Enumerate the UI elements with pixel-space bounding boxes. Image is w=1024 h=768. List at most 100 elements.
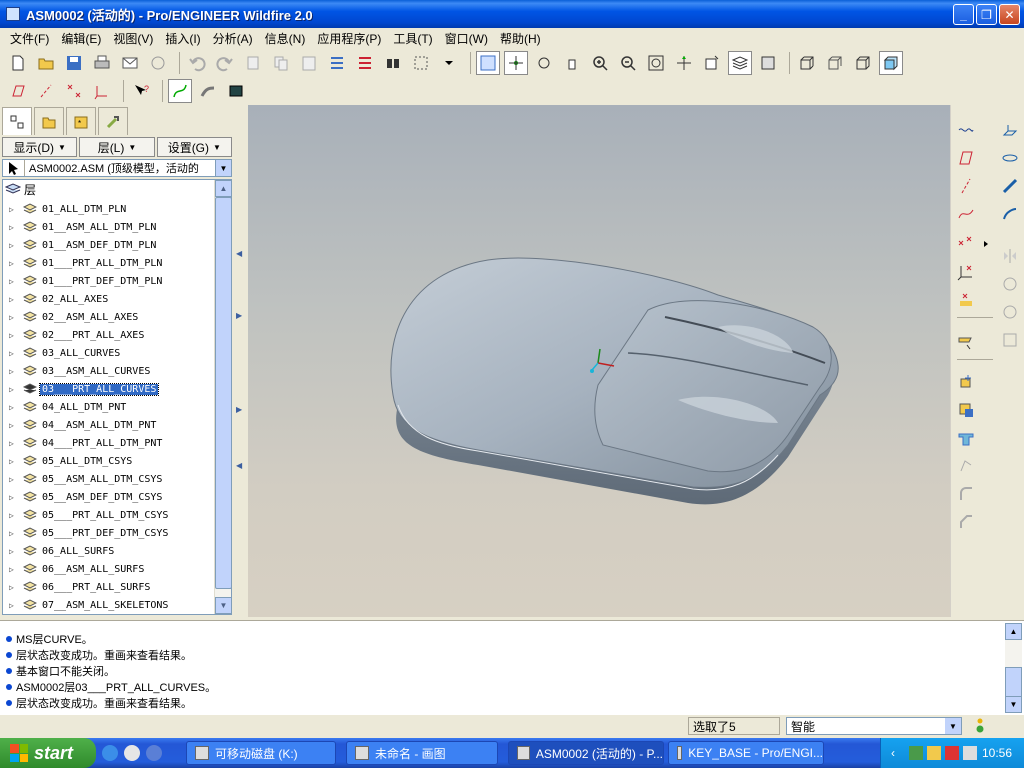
expand-arrow-icon[interactable]: ▷ (9, 493, 19, 502)
selection-box-icon[interactable] (409, 51, 433, 75)
expand-arrow-icon[interactable]: ▷ (9, 565, 19, 574)
expand-arrow-icon[interactable]: ▷ (9, 259, 19, 268)
layer-tree-item[interactable]: ▷ 02_ALL_AXES (3, 290, 215, 308)
tab-favorites[interactable]: * (66, 107, 96, 135)
expand-arrow-icon[interactable]: ▶ (236, 405, 242, 414)
expand-arrow-icon[interactable]: ▷ (9, 529, 19, 538)
tree-scrollbar[interactable]: ▲ ▼ (214, 180, 231, 614)
expand-arrow-icon[interactable]: ▶ (236, 311, 242, 320)
task-paint[interactable]: 未命名 - 画图 (346, 741, 498, 765)
cut-feature-icon[interactable] (955, 427, 977, 449)
pipe-icon[interactable] (196, 79, 220, 103)
collapse-arrow-icon[interactable]: ◀ (236, 461, 242, 470)
open-folder-icon[interactable] (34, 51, 58, 75)
chevron-down-icon[interactable]: ▼ (945, 718, 961, 734)
no-hidden-icon[interactable] (851, 51, 875, 75)
refit-icon[interactable] (644, 51, 668, 75)
layer-tree-item[interactable]: ▷ 03__ASM_ALL_CURVES (3, 362, 215, 380)
graphics-viewport[interactable] (248, 105, 950, 617)
layer-tree-item[interactable]: ▷ 04_ALL_DTM_PNT (3, 398, 215, 416)
expand-arrow-icon[interactable]: ▷ (9, 331, 19, 340)
paste-icon[interactable] (297, 51, 321, 75)
expand-arrow-icon[interactable]: ▷ (9, 475, 19, 484)
expand-arrow-icon[interactable]: ▷ (9, 349, 19, 358)
expand-arrow-icon[interactable]: ▷ (9, 403, 19, 412)
extrude-icon[interactable] (999, 119, 1021, 141)
scroll-down-icon[interactable]: ▼ (1005, 696, 1022, 713)
expand-arrow-icon[interactable]: ▷ (9, 583, 19, 592)
menu-edit[interactable]: 编辑(E) (55, 30, 107, 47)
expand-arrow-icon[interactable]: ▷ (9, 439, 19, 448)
expand-arrow-icon[interactable]: ▷ (9, 547, 19, 556)
sketch-tool-icon[interactable] (955, 119, 977, 141)
datum-point-display-icon[interactable] (62, 79, 86, 103)
layer-dropdown[interactable]: 层(L) ▼ (79, 137, 155, 157)
boundary-blend-icon[interactable] (999, 203, 1021, 225)
datum-plane-icon[interactable] (955, 147, 977, 169)
view-manager-icon[interactable] (756, 51, 780, 75)
expand-arrow-icon[interactable]: ▷ (9, 367, 19, 376)
message-scrollbar[interactable]: ▲ ▼ (1005, 623, 1022, 713)
expand-arrow-icon[interactable]: ▷ (9, 223, 19, 232)
task-asm0002[interactable]: ASM0002 (活动的) - P... (508, 741, 664, 765)
close-button[interactable]: ✕ (999, 4, 1020, 25)
expand-arrow-icon[interactable]: ▷ (9, 277, 19, 286)
save-icon[interactable] (62, 51, 86, 75)
orient-mode-icon[interactable] (532, 51, 556, 75)
sweep-icon[interactable] (999, 175, 1021, 197)
menu-analysis[interactable]: 分析(A) (207, 30, 259, 47)
layer-tree-item[interactable]: ▷ 01___PRT_DEF_DTM_PLN (3, 272, 215, 290)
tab-connections[interactable] (98, 107, 128, 135)
shading-icon[interactable] (879, 51, 903, 75)
reorient-icon[interactable] (672, 51, 696, 75)
menu-insert[interactable]: 插入(I) (159, 30, 206, 47)
zoom-in-icon[interactable] (588, 51, 612, 75)
cut-icon[interactable] (241, 51, 265, 75)
create-component-icon[interactable] (955, 399, 977, 421)
expand-arrow-icon[interactable]: ▷ (9, 385, 19, 394)
expand-arrow-icon[interactable]: ▷ (9, 295, 19, 304)
expand-arrow-icon[interactable]: ▷ (9, 313, 19, 322)
tab-folder-browser[interactable] (34, 107, 64, 135)
wireframe-icon[interactable] (795, 51, 819, 75)
layer-tree-item[interactable]: ▷ 03_ALL_CURVES (3, 344, 215, 362)
menu-info[interactable]: 信息(N) (259, 30, 312, 47)
scroll-down-icon[interactable]: ▼ (215, 597, 231, 614)
context-help-icon[interactable]: ? (129, 79, 153, 103)
saved-views-icon[interactable] (700, 51, 724, 75)
desktop-icon[interactable] (124, 745, 140, 761)
assemble-icon[interactable] (955, 371, 977, 393)
layer-tree-item[interactable]: ▷ 05___PRT_DEF_DTM_CSYS (3, 524, 215, 542)
navigator-splitter[interactable]: ◀ ▶ ▶ ◀ (236, 105, 248, 617)
selection-filter[interactable]: 智能 ▼ (786, 717, 962, 735)
datum-axis-display-icon[interactable] (34, 79, 58, 103)
layer-tree-item[interactable]: ▷ 01_ALL_DTM_PLN (3, 200, 215, 218)
layer-tree-item[interactable]: ▷ 03___PRT_ALL_CURVES (3, 380, 215, 398)
layer-tree-item[interactable]: ▷ 02___PRT_ALL_AXES (3, 326, 215, 344)
scroll-up-icon[interactable]: ▲ (1005, 623, 1022, 640)
layer-tree-item[interactable]: ▷ 01__ASM_DEF_DTM_PLN (3, 236, 215, 254)
sketch-curve-icon[interactable] (168, 79, 192, 103)
minimize-button[interactable]: _ (953, 4, 974, 25)
layer-tree-item[interactable]: ▷ 06_ALL_SURFS (3, 542, 215, 560)
layer-tree-item[interactable]: ▷ 05__ASM_ALL_DTM_CSYS (3, 470, 215, 488)
chevron-down-icon[interactable]: ▼ (215, 160, 231, 176)
layer-tree-item[interactable]: ▷ 06___PRT_ALL_SURFS (3, 578, 215, 596)
layer-tree-item[interactable]: ▷ 07__ASM_ALL_SKELETONS (3, 596, 215, 614)
undo-icon[interactable] (185, 51, 209, 75)
copy-icon[interactable] (269, 51, 293, 75)
pan-hand-icon[interactable] (560, 51, 584, 75)
expand-arrow-icon[interactable]: ▷ (9, 511, 19, 520)
layer-tree-item[interactable]: ▷ 05_ALL_DTM_CSYS (3, 452, 215, 470)
expand-arrow-icon[interactable]: ▷ (9, 457, 19, 466)
expand-arrow-icon[interactable]: ▷ (9, 421, 19, 430)
start-button[interactable]: start (0, 738, 96, 768)
hidden-line-icon[interactable] (823, 51, 847, 75)
menu-view[interactable]: 视图(V) (107, 30, 159, 47)
menu-applications[interactable]: 应用程序(P) (311, 30, 387, 47)
select-pointer-icon[interactable] (3, 160, 25, 176)
expand-arrow-icon[interactable]: ▷ (9, 205, 19, 214)
datum-plane-display-icon[interactable] (6, 79, 30, 103)
redo-icon[interactable] (213, 51, 237, 75)
datum-csys-icon[interactable] (955, 261, 977, 283)
